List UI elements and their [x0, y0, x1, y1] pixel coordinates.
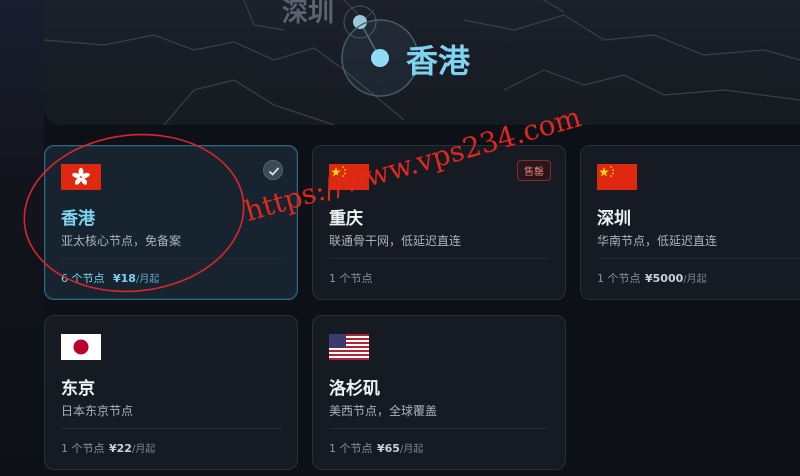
card-divider — [597, 258, 800, 259]
region-map: 深圳 香港 — [44, 0, 800, 125]
region-node-count: 1 个节点 — [61, 442, 105, 455]
region-card-chongqing[interactable]: 售罄 重庆 联通骨干网，低延迟直连 1 个节点 — [312, 145, 566, 300]
card-divider — [329, 428, 549, 429]
region-node-count: 1 个节点 — [329, 442, 373, 455]
region-description: 日本东京节点 — [61, 404, 134, 418]
hongkong-map-dot — [371, 49, 389, 67]
left-sidebar-strip — [0, 0, 44, 476]
region-description: 联通骨干网，低延迟直连 — [329, 234, 462, 248]
hk-flag-icon — [61, 164, 101, 190]
map-label-hongkong: 香港 — [406, 42, 471, 80]
region-price: ¥22/月起 — [109, 442, 156, 455]
region-description: 亚太核心节点，免备案 — [61, 234, 182, 248]
region-price: ¥18/月起 — [113, 272, 160, 285]
region-city-name: 重庆 — [329, 209, 363, 229]
region-city-name: 香港 — [61, 209, 95, 229]
region-description: 华南节点，低延迟直连 — [597, 234, 718, 248]
region-city-name: 东京 — [61, 379, 95, 399]
us-flag-icon — [329, 334, 369, 360]
card-divider — [329, 258, 549, 259]
jp-flag-icon — [61, 334, 101, 360]
region-card-tokyo[interactable]: 东京 日本东京节点 1 个节点 ¥22/月起 — [44, 315, 298, 470]
region-price: ¥5000/月起 — [645, 272, 707, 285]
region-card-los-angeles[interactable]: 洛杉矶 美西节点，全球覆盖 1 个节点 ¥65/月起 — [312, 315, 566, 470]
region-card-hongkong[interactable]: 香港 亚太核心节点，免备案 6 个节点 ¥18/月起 — [44, 145, 298, 300]
region-city-name: 深圳 — [597, 209, 631, 229]
region-city-name: 洛杉矶 — [329, 379, 380, 399]
region-card-shenzhen[interactable]: 深圳 华南节点，低延迟直连 1 个节点 ¥5000/月起 — [580, 145, 800, 300]
region-description: 美西节点，全球覆盖 — [329, 404, 438, 418]
region-node-count: 6 个节点 — [61, 272, 105, 285]
region-node-count: 1 个节点 — [597, 272, 641, 285]
map-label-shenzhen: 深圳 — [282, 0, 335, 28]
selected-check-icon — [263, 160, 283, 180]
card-divider — [61, 428, 281, 429]
cn-flag-icon — [597, 164, 637, 190]
cn-flag-icon — [329, 164, 369, 190]
card-divider — [61, 258, 281, 259]
sold-out-badge: 售罄 — [517, 160, 551, 181]
region-price: ¥65/月起 — [377, 442, 424, 455]
region-node-count: 1 个节点 — [329, 272, 373, 285]
